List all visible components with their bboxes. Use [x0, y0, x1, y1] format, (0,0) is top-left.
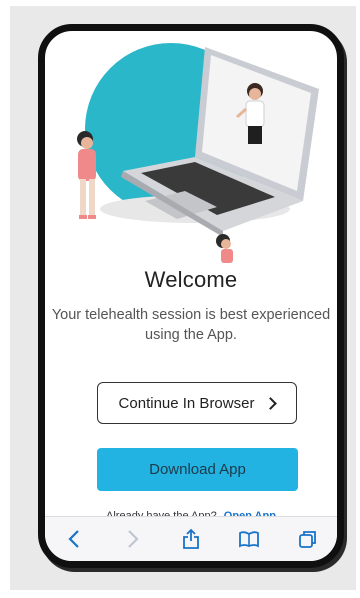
browser-toolbar — [45, 516, 337, 561]
continue-in-browser-button[interactable]: Continue In Browser — [97, 382, 297, 424]
telehealth-illustration — [77, 43, 319, 263]
welcome-title: Welcome — [144, 267, 238, 292]
bookmarks-icon[interactable] — [234, 524, 264, 554]
download-app-label: Download App — [149, 461, 246, 478]
back-icon[interactable] — [59, 524, 89, 554]
chevron-right-icon — [264, 397, 278, 410]
continue-in-browser-label: Continue In Browser — [118, 394, 255, 412]
download-app-button[interactable]: Download App — [97, 448, 298, 491]
welcome-subtitle: Your telehealth session is best experien… — [45, 305, 337, 345]
share-icon[interactable] — [176, 524, 206, 554]
tabs-icon[interactable] — [293, 524, 323, 554]
subtitle-line-1: Your telehealth session is best experien… — [51, 307, 331, 323]
phone-frame: Welcome Your telehealth session is best … — [38, 24, 344, 568]
subtitle-line-2: using the App. — [145, 327, 237, 343]
forward-icon[interactable] — [118, 524, 148, 554]
